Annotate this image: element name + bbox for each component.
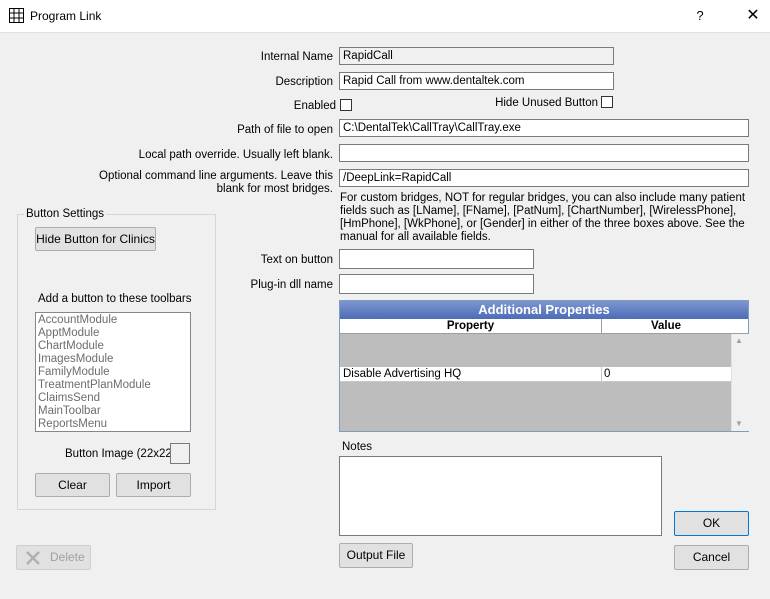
local-override-field[interactable] [339,144,749,162]
list-item[interactable]: ReportsMenu [38,418,188,431]
toolbars-listbox[interactable]: AccountModule ApptModule ChartModule Ima… [35,312,191,432]
col-value-header[interactable]: Value [602,319,730,333]
help-button[interactable]: ? [690,6,710,26]
custom-bridge-note: For custom bridges, NOT for regular brid… [340,192,746,243]
list-item[interactable]: ImagesModule [38,353,188,366]
path-label: Path of file to open [237,124,333,136]
additional-properties-grid: Additional Properties Property Value ▲ ▼… [339,300,749,432]
notes-field[interactable] [339,456,662,536]
hide-button-for-clinics-button[interactable]: Hide Button for Clinics [35,227,156,251]
cell-divider [601,367,602,381]
cancel-button[interactable]: Cancel [674,545,749,570]
delete-label: Delete [50,550,85,564]
internal-name-field[interactable]: RapidCall [339,47,614,65]
text-on-button-field[interactable] [339,249,534,269]
list-item[interactable]: ChartModule [38,340,188,353]
cmdline-label-line1: Optional command line arguments. Leave t… [99,170,333,182]
grid-header: Property Value [340,319,748,334]
clear-button[interactable]: Clear [35,473,110,497]
cmdline-label-line2: blank for most bridges. [216,183,333,195]
button-image-preview [170,443,190,464]
list-item[interactable]: ClaimsSend [38,392,188,405]
table-row[interactable]: Disable Advertising HQ 0 [340,367,731,382]
cell-value[interactable]: 0 [604,367,728,381]
hide-unused-checkbox[interactable] [601,96,613,108]
grid-icon [9,8,24,23]
enabled-checkbox[interactable] [340,99,352,111]
list-item[interactable]: ApptModule [38,327,188,340]
button-image-label: Button Image (22x22) [65,448,176,460]
plugin-label: Plug-in dll name [250,279,333,291]
import-button[interactable]: Import [116,473,191,497]
cell-property: Disable Advertising HQ [343,368,462,380]
window-title: Program Link [30,9,102,23]
list-item[interactable]: MainToolbar [38,405,188,418]
internal-name-label: Internal Name [260,51,333,63]
list-item[interactable]: AccountModule [38,314,188,327]
button-settings-label: Button Settings [24,208,106,220]
plugin-field[interactable] [339,274,534,294]
local-override-label: Local path override. Usually left blank. [138,149,333,161]
x-icon [26,551,40,565]
grid-title: Additional Properties [340,301,748,319]
output-file-button[interactable]: Output File [339,543,413,568]
list-item[interactable]: TreatmentPlanModule [38,379,188,392]
enabled-label: Enabled [293,100,336,112]
col-property-header[interactable]: Property [340,319,602,333]
scroll-up-icon[interactable]: ▲ [735,336,743,345]
delete-button: Delete [16,545,91,570]
title-bar: Program Link ? ✕ [0,0,770,33]
notes-label: Notes [342,441,373,453]
hide-unused-label: Hide Unused Button [495,97,598,109]
close-button[interactable]: ✕ [740,4,766,28]
toolbars-label: Add a button to these toolbars [38,293,192,305]
path-field[interactable]: C:\DentalTek\CallTray\CallTray.exe [339,119,749,137]
cmdline-field[interactable]: /DeepLink=RapidCall [339,169,749,187]
grid-scrollbar[interactable]: ▲ ▼ [731,334,749,431]
list-item[interactable]: FamilyModule [38,366,188,379]
description-label: Description [275,76,333,88]
description-field[interactable]: Rapid Call from www.dentaltek.com [339,72,614,90]
text-on-button-label: Text on button [260,254,333,266]
ok-button[interactable]: OK [674,511,749,536]
scroll-down-icon[interactable]: ▼ [735,419,743,428]
